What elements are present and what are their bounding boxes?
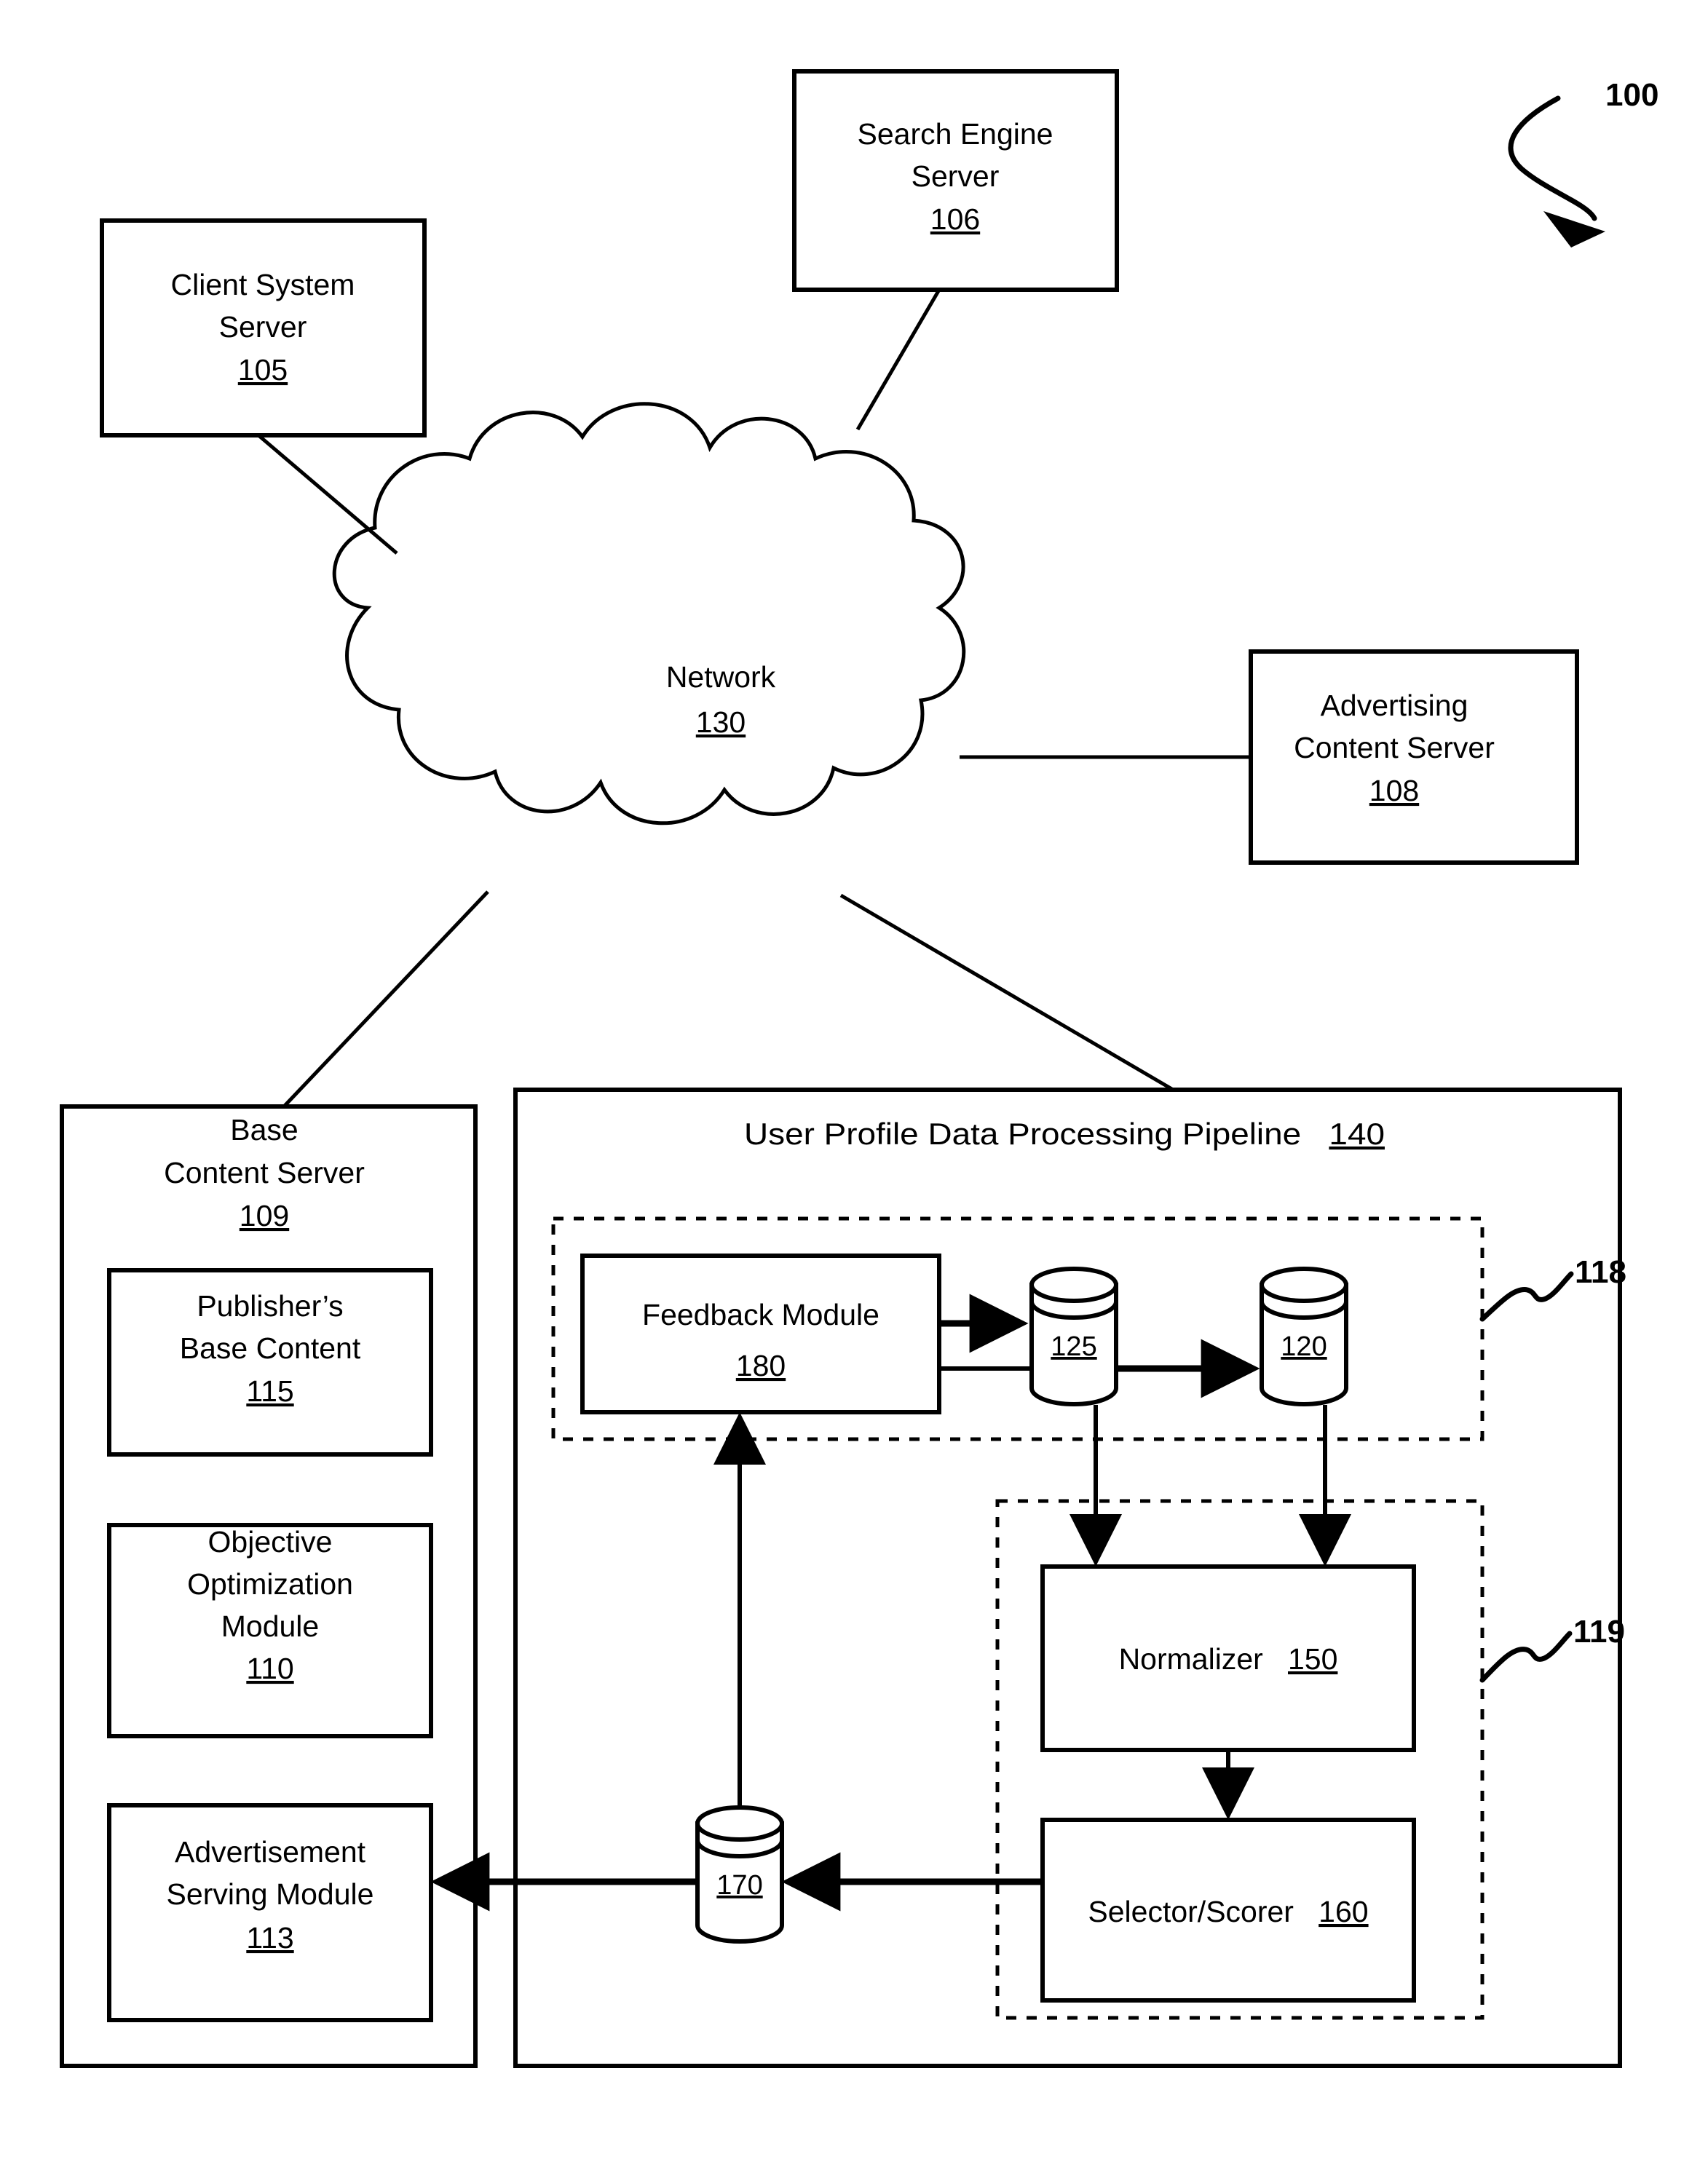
figure-callout-100 xyxy=(1508,95,1605,248)
selector-scorer-label: Selector/Scorer 160 xyxy=(1088,1895,1368,1928)
normalizer-text: Normalizer xyxy=(1119,1642,1263,1676)
pipeline-title: User Profile Data Processing Pipeline 14… xyxy=(744,1117,1385,1151)
advertisement-serving-line2: Serving Module xyxy=(167,1877,374,1911)
selector-scorer-ref: 160 xyxy=(1318,1895,1368,1928)
publishers-base-content-line1: Publisher’s xyxy=(197,1289,343,1323)
patent-diagram: 100 Client System Server 105 Search Engi… xyxy=(60,69,1658,2068)
objective-optimization-ref: 110 xyxy=(246,1652,293,1685)
search-engine-server-ref: 106 xyxy=(930,202,980,236)
group-118-label: 118 xyxy=(1575,1254,1626,1290)
normalizer-label: Normalizer 150 xyxy=(1119,1642,1338,1676)
network-label: Network xyxy=(666,660,776,694)
client-system-server-line2: Server xyxy=(219,310,307,344)
selector-scorer-text: Selector/Scorer xyxy=(1088,1895,1294,1928)
group-119-label: 119 xyxy=(1573,1614,1625,1650)
figure-canvas: 100 Client System Server 105 Search Engi… xyxy=(0,0,1708,2170)
objective-optimization-line2: Optimization xyxy=(187,1567,353,1601)
figure-number-label: 100 xyxy=(1605,77,1658,113)
base-content-server-ref: 109 xyxy=(240,1199,289,1232)
advertisement-serving-line1: Advertisement xyxy=(175,1835,366,1869)
network-cloud xyxy=(332,402,966,825)
client-system-server-line1: Client System xyxy=(171,268,355,301)
feedback-module-box xyxy=(580,1254,941,1414)
feedback-module-ref: 180 xyxy=(736,1349,786,1382)
normalizer-ref: 150 xyxy=(1288,1642,1337,1676)
datastore-170-ref: 170 xyxy=(716,1870,762,1901)
objective-optimization-line3: Module xyxy=(221,1609,319,1643)
publishers-base-content-ref: 115 xyxy=(246,1374,293,1408)
pipeline-ref: 140 xyxy=(1329,1117,1385,1151)
client-system-server-ref: 105 xyxy=(238,353,288,387)
pipeline-title-text: User Profile Data Processing Pipeline xyxy=(744,1117,1301,1151)
objective-optimization-line1: Objective xyxy=(208,1525,333,1559)
network-ref: 130 xyxy=(696,705,746,739)
advertising-content-server-ref: 108 xyxy=(1369,774,1419,807)
advertising-content-server-line2: Content Server xyxy=(1294,731,1495,764)
publishers-base-content-line2: Base Content xyxy=(180,1331,361,1365)
search-engine-server-line2: Server xyxy=(912,159,1000,193)
base-content-server-line1: Base xyxy=(230,1113,298,1147)
base-content-server-line2: Content Server xyxy=(164,1156,365,1189)
feedback-module-label: Feedback Module xyxy=(642,1298,879,1331)
datastore-120-ref: 120 xyxy=(1281,1331,1327,1362)
datastore-125-ref: 125 xyxy=(1051,1331,1096,1362)
advertising-content-server-line1: Advertising xyxy=(1321,689,1468,722)
advertisement-serving-ref: 113 xyxy=(246,1921,293,1955)
search-engine-server-line1: Search Engine xyxy=(858,117,1053,151)
